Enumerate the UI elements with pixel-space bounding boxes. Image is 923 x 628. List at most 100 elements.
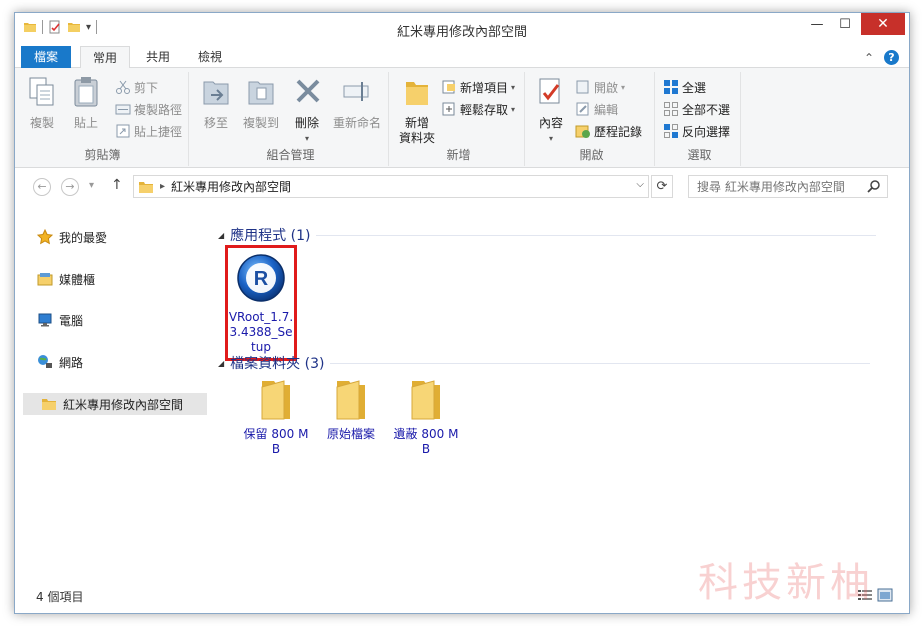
properties-button[interactable]: 內容 ▾ [535, 76, 567, 146]
file-item-folder[interactable]: 保留 800 MB [241, 377, 311, 457]
clipboard-group: 複製 貼上 剪下 複製路徑 貼上捷徑 剪貼簿 [17, 72, 189, 166]
edit-icon [576, 102, 589, 116]
address-path[interactable]: 紅米專用修改內部空間 [171, 178, 291, 195]
close-button[interactable]: ✕ [861, 13, 905, 35]
file-list: ◢ 應用程式 (1) R VRoot_1.7.3.4388_Setup ◢ 檔案… [213, 205, 909, 580]
history-icon [575, 125, 590, 138]
recent-locations-button[interactable]: ▾ [89, 180, 94, 191]
delete-label: 刪除 [294, 116, 319, 130]
easy-access-button[interactable]: 輕鬆存取 ▾ [441, 99, 515, 119]
sidebar-item-label: 媒體櫃 [59, 272, 96, 287]
window-title: 紅米專用修改內部空間 [396, 25, 527, 40]
file-item-label: 遺蔽 800 MB [393, 427, 459, 456]
sidebar-item-label: 網路 [59, 355, 84, 370]
help-button[interactable]: ? [884, 50, 899, 65]
copy-button[interactable]: 複製 [27, 76, 57, 131]
file-item-folder[interactable]: 遺蔽 800 MB [391, 377, 461, 457]
select-all-button[interactable]: 全選 [663, 77, 706, 97]
edit-button[interactable]: 編輯 [575, 99, 618, 119]
new-item-button[interactable]: 新增項目 ▾ [441, 77, 515, 97]
invert-selection-button[interactable]: 反向選擇 [663, 121, 730, 141]
properties-dropdown-icon[interactable]: ▾ [535, 131, 567, 146]
large-icons-view-icon[interactable] [877, 588, 893, 602]
properties-icon [539, 78, 560, 104]
collapse-arrow-icon[interactable]: ◢ [218, 231, 224, 240]
tab-view[interactable]: 檢視 [186, 46, 234, 68]
group-header-applications[interactable]: ◢ 應用程式 (1) [218, 225, 877, 245]
tab-share[interactable]: 共用 [134, 46, 182, 68]
collapse-arrow-icon[interactable]: ◢ [218, 359, 224, 368]
invert-selection-icon [664, 124, 678, 138]
sidebar-item-label: 我的最愛 [59, 230, 108, 245]
up-button[interactable]: ↑ [111, 177, 123, 193]
search-icon[interactable] [867, 179, 881, 193]
copy-to-icon [248, 81, 274, 105]
copy-to-button[interactable]: 複製到 [241, 76, 281, 131]
group-header-file-folders[interactable]: ◢ 檔案資料夾 (3) [218, 353, 871, 373]
sidebar-item-network[interactable]: 網路 [37, 352, 83, 372]
new-group-label: 新增 [446, 148, 471, 162]
cut-label: 剪下 [134, 80, 159, 95]
rename-button[interactable]: 重新命名 [331, 76, 383, 131]
tab-home[interactable]: 常用 [80, 46, 131, 69]
navigation-bar: ← → ▾ ↑ ▸ 紅米專用修改內部空間 ⌵ ⟳ [15, 171, 909, 203]
group-divider [330, 362, 871, 364]
new-item-icon [442, 80, 455, 94]
folder-icon [42, 399, 56, 410]
sidebar-item-computer[interactable]: 電腦 [37, 310, 83, 330]
edit-label: 編輯 [594, 102, 619, 117]
clipboard-group-label: 剪貼簿 [84, 148, 121, 162]
paste-button[interactable]: 貼上 [69, 76, 103, 131]
delete-button[interactable]: 刪除 ▾ [293, 76, 321, 146]
new-folder-button[interactable]: 新增 資料夾 [397, 76, 437, 146]
sidebar-item-current-folder[interactable]: 紅米專用修改內部空間 [23, 393, 207, 415]
open-dropdown-icon[interactable]: ▾ [621, 83, 625, 92]
vroot-app-icon: R [237, 254, 285, 302]
select-none-button[interactable]: 全部不選 [663, 99, 730, 119]
address-bar[interactable]: ▸ 紅米專用修改內部空間 ⌵ [133, 175, 649, 198]
delete-icon [296, 79, 320, 103]
group-header-label: 檔案資料夾 (3) [230, 356, 325, 372]
easy-access-dropdown-icon[interactable]: ▾ [511, 105, 515, 114]
sidebar-item-libraries[interactable]: 媒體櫃 [37, 269, 95, 289]
maximize-button[interactable]: ☐ [831, 13, 859, 35]
file-item-vroot[interactable]: R VRoot_1.7.3.4388_Setup [225, 245, 297, 361]
move-to-label: 移至 [203, 116, 228, 130]
delete-dropdown-icon[interactable]: ▾ [293, 131, 321, 146]
search-box[interactable] [688, 175, 888, 198]
sidebar-item-label: 紅米專用修改內部空間 [63, 397, 184, 412]
refresh-button[interactable]: ⟳ [651, 175, 673, 198]
paste-shortcut-icon [116, 124, 130, 138]
select-none-label: 全部不選 [682, 102, 731, 117]
sidebar-item-favorites[interactable]: 我的最愛 [37, 227, 107, 247]
organize-group: 移至 複製到 刪除 ▾ 重新命名 組合管理 [193, 72, 389, 166]
tab-file[interactable]: 檔案 [21, 46, 72, 68]
new-item-dropdown-icon[interactable]: ▾ [511, 83, 515, 92]
rename-icon [343, 82, 369, 101]
forward-button[interactable]: → [61, 178, 79, 196]
address-dropdown-button[interactable]: ⌵ [636, 179, 644, 190]
move-to-button[interactable]: 移至 [199, 76, 233, 131]
history-button[interactable]: 歷程記錄 [575, 121, 642, 141]
file-item-label: 原始檔案 [326, 427, 375, 441]
ribbon: 複製 貼上 剪下 複製路徑 貼上捷徑 剪貼簿 移至 複製到 刪除 ▾ 重新命名 … [15, 68, 909, 168]
collapse-ribbon-button[interactable]: ⌃ [864, 51, 874, 65]
new-item-label: 新增項目 [460, 80, 509, 95]
copy-icon [29, 77, 54, 106]
address-chevron-icon[interactable]: ▸ [160, 181, 165, 192]
search-input[interactable] [697, 179, 867, 194]
copy-path-button[interactable]: 複製路徑 [115, 99, 182, 119]
file-item-folder[interactable]: 原始檔案 [316, 377, 386, 442]
network-icon [38, 355, 52, 368]
item-count: 4 個項目 [36, 590, 84, 604]
vroot-logo-letter: R [254, 268, 269, 290]
back-button[interactable]: ← [33, 178, 51, 196]
paste-icon [74, 77, 98, 107]
new-folder-icon [406, 82, 428, 105]
navigation-pane: 我的最愛 媒體櫃 電腦 網路 紅米專用修改內部空間 [15, 205, 211, 580]
open-button[interactable]: 開啟 ▾ [575, 77, 625, 97]
minimize-button[interactable]: — [803, 13, 831, 35]
file-item-label: 保留 800 MB [243, 427, 309, 456]
cut-button[interactable]: 剪下 [115, 77, 158, 97]
paste-shortcut-button[interactable]: 貼上捷徑 [115, 121, 182, 141]
